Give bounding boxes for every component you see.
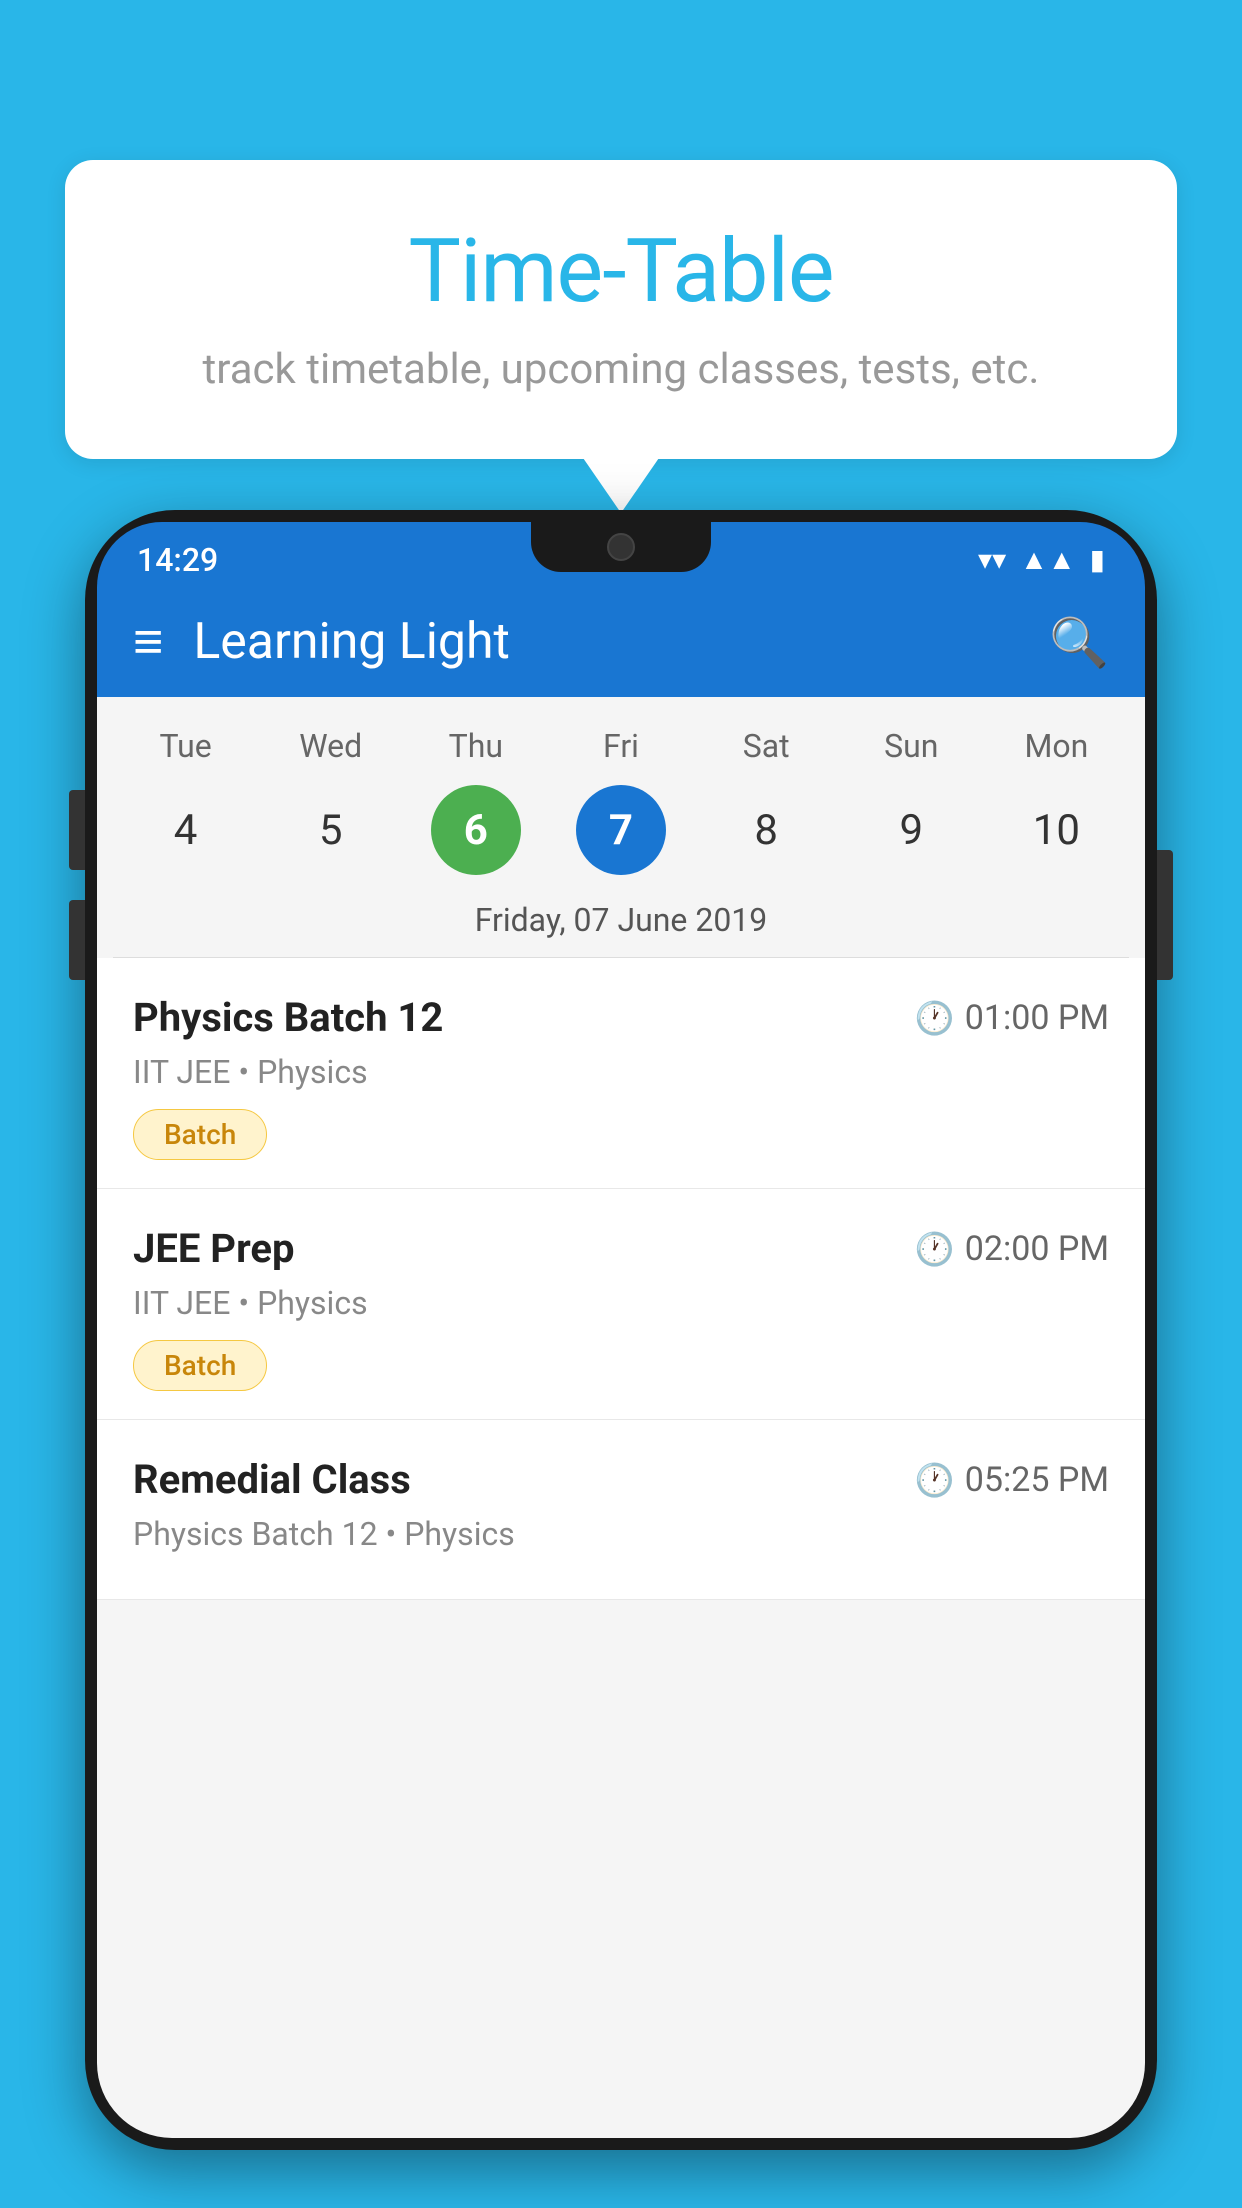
signal-icon: ▲▲ [1020, 543, 1075, 576]
schedule-item-1-time-text: 01:00 PM [965, 998, 1109, 1038]
schedule-item-2-tag: Batch [133, 1340, 267, 1391]
front-camera [607, 533, 635, 561]
schedule-item-1-time: 🕐 01:00 PM [915, 998, 1109, 1038]
schedule-item-2-time-text: 02:00 PM [965, 1229, 1109, 1269]
calendar-day-8[interactable]: 8 [721, 785, 811, 875]
calendar-day-4[interactable]: 4 [141, 785, 231, 875]
day-label-sun: Sun [839, 717, 984, 775]
day-label-wed: Wed [258, 717, 403, 775]
clock-icon-3: 🕐 [915, 1461, 955, 1499]
schedule-item-2-header: JEE Prep 🕐 02:00 PM [133, 1225, 1109, 1272]
day-label-thu: Thu [403, 717, 548, 775]
phone-frame: 14:29 ▾▾ ▲▲ ▮ ≡ Learning Light 🔍 Tue Wed… [85, 510, 1157, 2150]
calendar-day-7-selected[interactable]: 7 [576, 785, 666, 875]
calendar-day-10[interactable]: 10 [1011, 785, 1101, 875]
schedule-item-2-time: 🕐 02:00 PM [915, 1229, 1109, 1269]
battery-icon: ▮ [1090, 543, 1105, 576]
app-bar: ≡ Learning Light 🔍 [97, 587, 1145, 697]
calendar-strip: Tue Wed Thu Fri Sat Sun Mon 4 5 6 7 8 9 … [97, 697, 1145, 958]
schedule-item-2-title: JEE Prep [133, 1225, 294, 1272]
volume-down-button [69, 900, 85, 980]
schedule-item-3-time-text: 05:25 PM [965, 1460, 1109, 1500]
calendar-day-6-today[interactable]: 6 [431, 785, 521, 875]
speech-bubble: Time-Table track timetable, upcoming cla… [65, 160, 1177, 459]
schedule-item-1[interactable]: Physics Batch 12 🕐 01:00 PM IIT JEE • Ph… [97, 958, 1145, 1189]
bubble-subtitle: track timetable, upcoming classes, tests… [125, 345, 1117, 394]
status-time: 14:29 [137, 541, 218, 579]
app-title: Learning Light [193, 613, 1019, 671]
schedule-item-1-tag: Batch [133, 1109, 267, 1160]
schedule-item-2-subtitle: IIT JEE • Physics [133, 1284, 1109, 1322]
selected-date-label: Friday, 07 June 2019 [113, 889, 1129, 958]
search-icon[interactable]: 🔍 [1049, 614, 1109, 671]
day-label-fri: Fri [548, 717, 693, 775]
calendar-day-5[interactable]: 5 [286, 785, 376, 875]
calendar-day-9[interactable]: 9 [866, 785, 956, 875]
power-button [1157, 850, 1173, 980]
day-label-tue: Tue [113, 717, 258, 775]
schedule-item-3-subtitle: Physics Batch 12 • Physics [133, 1515, 1109, 1553]
wifi-icon: ▾▾ [978, 543, 1006, 576]
schedule-item-3-time: 🕐 05:25 PM [915, 1460, 1109, 1500]
days-numbers: 4 5 6 7 8 9 10 [113, 785, 1129, 875]
speech-bubble-container: Time-Table track timetable, upcoming cla… [65, 160, 1177, 459]
schedule-list: Physics Batch 12 🕐 01:00 PM IIT JEE • Ph… [97, 958, 1145, 1600]
schedule-item-3[interactable]: Remedial Class 🕐 05:25 PM Physics Batch … [97, 1420, 1145, 1600]
day-label-sat: Sat [694, 717, 839, 775]
schedule-item-1-title: Physics Batch 12 [133, 994, 443, 1041]
days-header: Tue Wed Thu Fri Sat Sun Mon [113, 717, 1129, 775]
day-label-mon: Mon [984, 717, 1129, 775]
phone-screen: Tue Wed Thu Fri Sat Sun Mon 4 5 6 7 8 9 … [97, 697, 1145, 2138]
schedule-item-2[interactable]: JEE Prep 🕐 02:00 PM IIT JEE • Physics Ba… [97, 1189, 1145, 1420]
phone-notch [531, 522, 711, 572]
schedule-item-3-header: Remedial Class 🕐 05:25 PM [133, 1456, 1109, 1503]
volume-up-button [69, 790, 85, 870]
status-icons: ▾▾ ▲▲ ▮ [978, 543, 1105, 576]
schedule-item-1-subtitle: IIT JEE • Physics [133, 1053, 1109, 1091]
phone-wrapper: 14:29 ▾▾ ▲▲ ▮ ≡ Learning Light 🔍 Tue Wed… [85, 510, 1157, 2208]
bubble-title: Time-Table [125, 220, 1117, 323]
schedule-item-3-title: Remedial Class [133, 1456, 411, 1503]
clock-icon-2: 🕐 [915, 1230, 955, 1268]
menu-icon[interactable]: ≡ [133, 616, 163, 668]
schedule-item-1-header: Physics Batch 12 🕐 01:00 PM [133, 994, 1109, 1041]
clock-icon-1: 🕐 [915, 999, 955, 1037]
